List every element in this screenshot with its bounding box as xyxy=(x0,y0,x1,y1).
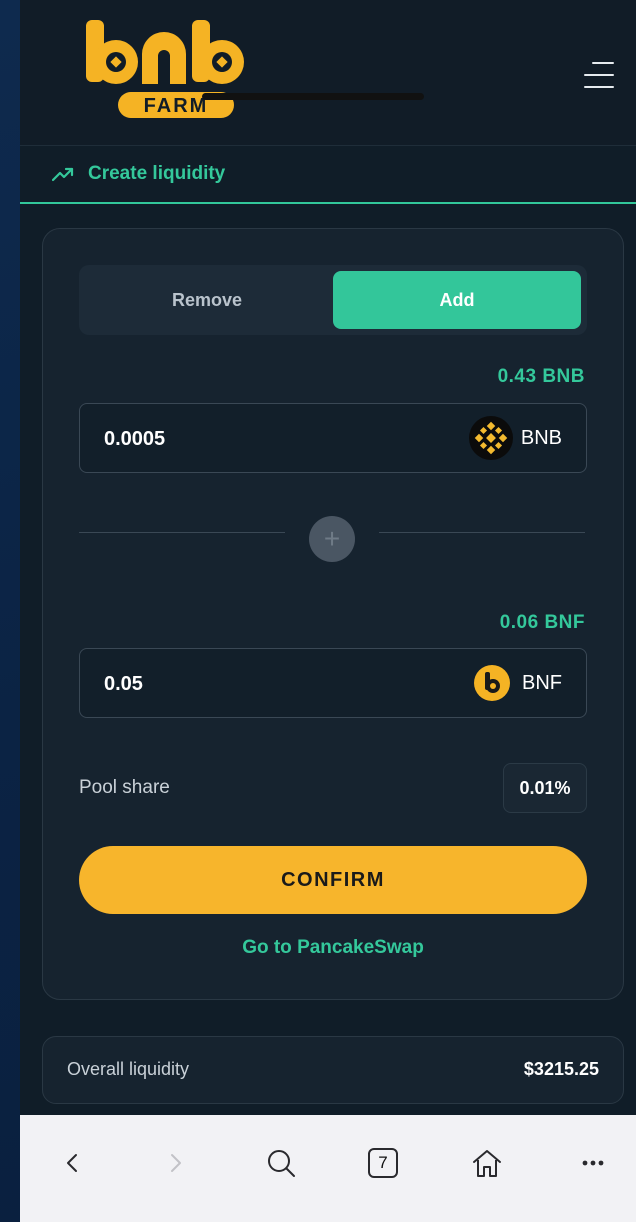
bnf-amount-field: BNF xyxy=(79,648,587,719)
bnf-symbol: BNF xyxy=(522,671,562,694)
divider-right xyxy=(379,532,585,533)
home-icon xyxy=(473,1150,501,1177)
bnb-amount-input[interactable] xyxy=(102,404,406,474)
tabs-button[interactable]: 7 xyxy=(366,1143,400,1183)
header: FARM xyxy=(20,0,636,146)
search-button[interactable] xyxy=(264,1143,298,1183)
hamburger-menu-icon[interactable] xyxy=(584,58,614,92)
pool-share-value: 0.01% xyxy=(503,763,587,813)
more-button[interactable] xyxy=(578,1143,608,1183)
add-tab[interactable]: Add xyxy=(333,271,581,329)
remove-tab[interactable]: Remove xyxy=(83,271,331,329)
chevron-right-icon xyxy=(171,1154,181,1172)
tab-count: 7 xyxy=(368,1148,398,1178)
pancakeswap-link[interactable]: Go to PancakeSwap xyxy=(43,937,623,959)
bnf-balance: 0.06 BNF xyxy=(499,612,585,633)
pool-share-label: Pool share xyxy=(79,777,170,798)
bnb-amount-field: BNB xyxy=(79,403,587,474)
subnav-title: Create liquidity xyxy=(88,163,226,184)
bnf-amount-input[interactable] xyxy=(102,649,406,719)
logo-farm-text: FARM xyxy=(144,95,209,117)
subnav-create-liquidity[interactable]: Create liquidity xyxy=(20,146,636,204)
liquidity-card: Remove Add 0.43 BNB 0.0005 BNB + 0.06 BN… xyxy=(42,228,624,1000)
bnb-coin-icon xyxy=(468,416,513,460)
browser-toolbar: 7 xyxy=(20,1115,636,1222)
overall-liquidity-card: Overall liquidity $3215.25 xyxy=(42,1036,624,1104)
overall-liquidity-label: Overall liquidity xyxy=(67,1059,190,1079)
home-button[interactable] xyxy=(470,1143,504,1183)
more-dots-icon xyxy=(582,1160,604,1166)
bnf-coin-icon xyxy=(474,665,510,701)
bnb-symbol: BNB xyxy=(520,426,562,449)
back-button[interactable] xyxy=(60,1143,84,1183)
divider-left xyxy=(79,532,285,533)
search-icon xyxy=(268,1150,295,1177)
chevron-left-icon xyxy=(67,1154,77,1172)
overall-liquidity-value: $3215.25 xyxy=(523,1059,599,1079)
bnf-token-selector[interactable]: BNF xyxy=(474,661,562,705)
bnb-farm-logo[interactable]: FARM xyxy=(84,20,246,122)
mode-toggle: Remove Add xyxy=(79,265,587,335)
app-screen: FARM Create liquidity Remove Add 0.43 BN… xyxy=(20,0,636,1115)
confirm-button[interactable]: CONFIRM xyxy=(79,846,587,914)
trending-up-icon xyxy=(52,167,74,182)
bnb-token-selector[interactable]: BNB xyxy=(468,416,562,460)
bnb-balance: 0.43 BNB xyxy=(497,366,585,387)
forward-button[interactable] xyxy=(164,1143,188,1183)
plus-icon[interactable]: + xyxy=(309,516,355,562)
home-indicator[interactable] xyxy=(202,93,424,100)
